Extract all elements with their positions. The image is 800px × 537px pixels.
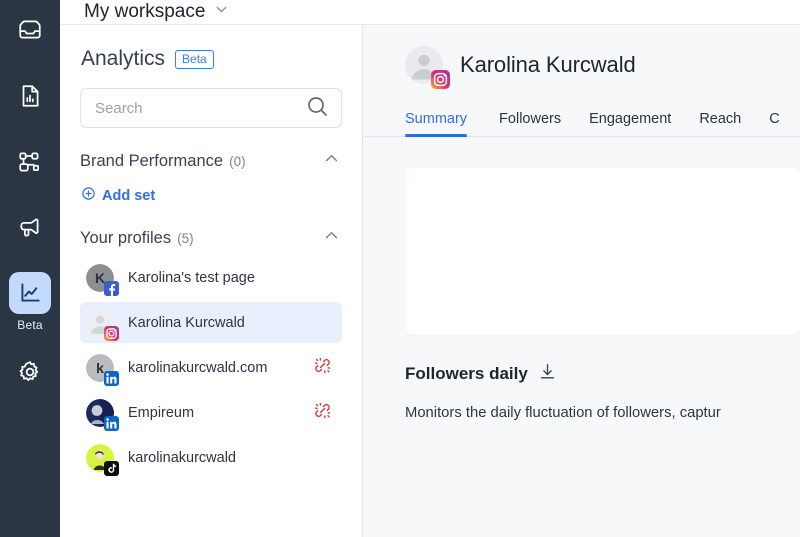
tab-summary[interactable]: Summary (405, 112, 485, 137)
workspace-topbar: My workspace (60, 0, 800, 25)
followers-daily-title: Followers daily (405, 364, 528, 383)
tab-followers[interactable]: Followers (485, 112, 575, 136)
list-item-label: Karolina Kurcwald (128, 314, 245, 331)
summary-chart-card (405, 168, 800, 335)
list-item[interactable]: karolinakurcwald (80, 437, 342, 478)
app-root: Beta My workspace Analytics Beta Search … (0, 0, 800, 537)
svg-text:k: k (96, 360, 104, 376)
workspace-switcher[interactable]: My workspace (84, 1, 230, 22)
list-item-label: Karolina's test page (128, 269, 255, 286)
main-content: Karolina Kurcwald Summary Followers Engage… (363, 25, 800, 537)
tab-engagement[interactable]: Engagement (575, 112, 685, 136)
avatar (86, 443, 119, 476)
avatar: K (86, 263, 119, 296)
megaphone-icon[interactable] (8, 206, 52, 250)
list-item-label: karolinakurcwald.com (128, 359, 268, 376)
instagram-icon (431, 70, 450, 89)
analytics-header: Analytics Beta (80, 25, 342, 71)
facebook-icon (104, 280, 119, 296)
tab-c[interactable]: C (755, 112, 793, 136)
tab-bar: Summary Followers Engagement Reach C (363, 104, 800, 137)
followers-daily-description: Monitors the daily fluctuation of follow… (405, 405, 721, 421)
page-title: Analytics (81, 47, 166, 70)
search-input[interactable] (95, 99, 305, 117)
broken-link-icon[interactable] (313, 356, 332, 380)
list-item-label: Empireum (128, 404, 195, 421)
add-set-label: Add set (102, 187, 156, 204)
chevron-down-icon (213, 1, 230, 22)
analytics-sidebar: Analytics Beta Brand Performance (0) (60, 25, 363, 537)
avatar: k (86, 353, 119, 386)
linkedin-icon (104, 370, 119, 386)
workspace-title: My workspace (84, 1, 206, 22)
your-profiles-header[interactable]: Your profiles (5) (80, 227, 342, 249)
chevron-up-icon[interactable] (323, 227, 340, 249)
analytics-beta-label: Beta (17, 318, 43, 332)
profiles-list: K Karolina's test page Karolina Kurcwald k k… (80, 257, 342, 478)
chevron-up-icon[interactable] (323, 150, 340, 172)
sidebar-item-analytics[interactable]: Beta (9, 272, 51, 332)
plus-circle-icon (81, 186, 96, 205)
your-profiles-title: Your profiles (80, 228, 172, 247)
brand-performance-header[interactable]: Brand Performance (0) (80, 150, 342, 172)
search-box[interactable] (80, 88, 342, 128)
followers-daily-section: Followers daily Monitors the daily fluct… (363, 362, 800, 421)
your-profiles-count: (5) (177, 230, 194, 246)
avatar (405, 46, 450, 89)
followers-daily-header: Followers daily (405, 362, 800, 386)
avatar (86, 398, 119, 431)
linkedin-icon (104, 415, 119, 431)
list-item[interactable]: Karolina Kurcwald (80, 302, 342, 343)
add-set-button[interactable]: Add set (81, 186, 342, 205)
status-badge: Beta (175, 49, 214, 69)
reports-icon[interactable] (8, 74, 52, 118)
primary-nav-rail: Beta (0, 0, 60, 537)
tiktok-icon (104, 460, 119, 476)
tab-reach[interactable]: Reach (685, 112, 755, 136)
search-icon[interactable] (305, 94, 329, 123)
gear-icon[interactable] (8, 350, 52, 394)
profile-header: Karolina Kurcwald (363, 25, 800, 89)
profile-name: Karolina Kurcwald (460, 52, 636, 77)
workflow-icon[interactable] (8, 140, 52, 184)
analytics-chart-icon (9, 272, 51, 314)
instagram-icon (104, 325, 119, 341)
avatar (86, 308, 119, 341)
list-item[interactable]: Empireum (80, 392, 342, 433)
list-item-label: karolinakurcwald (128, 449, 236, 466)
broken-link-icon[interactable] (313, 401, 332, 425)
brand-performance-title: Brand Performance (80, 151, 224, 170)
content-row: Analytics Beta Brand Performance (0) (60, 25, 800, 537)
list-item[interactable]: K Karolina's test page (80, 257, 342, 298)
list-item[interactable]: k karolinakurcwald.com (80, 347, 342, 388)
right-column: My workspace Analytics Beta Search Brand… (60, 0, 800, 537)
brand-performance-count: (0) (229, 153, 246, 169)
inbox-icon[interactable] (8, 8, 52, 52)
download-icon[interactable] (538, 362, 557, 386)
